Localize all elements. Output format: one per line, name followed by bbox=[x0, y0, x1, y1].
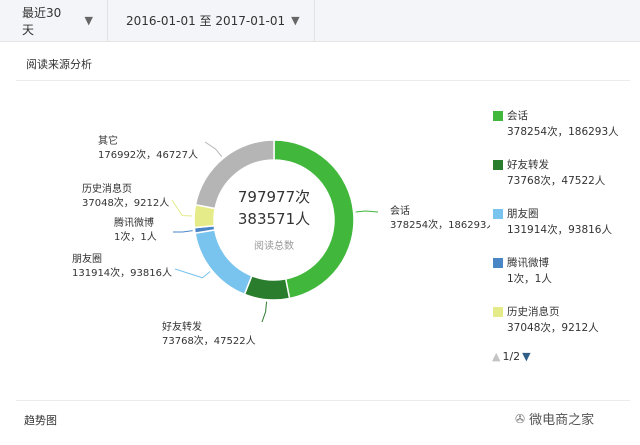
slice-1[interactable] bbox=[243, 274, 291, 301]
slice-label-name-3: 腾讯微博 bbox=[114, 216, 154, 229]
watermark-text: 微电商之家 bbox=[529, 413, 595, 428]
slice-label-value-4: 37048次，9212人 bbox=[82, 196, 169, 209]
slice-label-name-5: 其它 bbox=[98, 134, 118, 147]
leader-line-0 bbox=[355, 210, 379, 213]
legend-name: 朋友圈 bbox=[507, 208, 539, 220]
slice-label-value-5: 176992次，46727人 bbox=[98, 148, 198, 161]
watermark: ✇ 微电商之家 bbox=[515, 409, 595, 429]
donut-chart: 会话378254次，186293人好友转发73768次，47522人 朋友圈131… bbox=[72, 134, 490, 347]
center-total-users: 383571人 bbox=[238, 210, 310, 228]
legend-swatch bbox=[493, 111, 503, 121]
wechat-icon: ✇ bbox=[515, 411, 526, 426]
slice-label-name-4: 历史消息页 bbox=[82, 182, 132, 195]
slice-label-name-0: 会话 bbox=[390, 204, 410, 217]
trend-section-title: 趋势图 bbox=[24, 414, 57, 427]
legend-swatch bbox=[493, 258, 503, 268]
leader-line-4 bbox=[171, 199, 193, 217]
slice-label-value-1: 73768次，47522人 bbox=[162, 334, 256, 347]
legend-value: 1次，1人 bbox=[507, 273, 552, 285]
slice-label-value-2: 131914次，93816人 bbox=[72, 266, 172, 279]
leader-line-3 bbox=[172, 230, 193, 233]
legend-name: 腾讯微博 bbox=[507, 257, 549, 269]
page-down-icon[interactable]: ▼ bbox=[522, 350, 530, 363]
section-title: 阅读来源分析 bbox=[26, 58, 92, 71]
legend-value: 37048次，9212人 bbox=[507, 322, 599, 334]
center-caption: 阅读总数 bbox=[254, 239, 294, 252]
legend-name: 会话 bbox=[507, 110, 528, 122]
leader-line-5 bbox=[204, 141, 223, 158]
legend-swatch bbox=[493, 160, 503, 170]
legend-item-0[interactable]: 会话 378254次，186293人 bbox=[493, 108, 633, 157]
period-dropdown[interactable]: 最近30天 ▼ bbox=[0, 0, 108, 41]
center-summary: 797977次 383571人 阅读总数 bbox=[238, 188, 310, 252]
page-indicator: 1/2 bbox=[502, 350, 521, 363]
slice-label-value-0: 378254次，186293人 bbox=[390, 218, 490, 231]
legend-value: 378254次，186293人 bbox=[507, 126, 619, 138]
chevron-down-icon: ▼ bbox=[291, 14, 300, 27]
slice-label-value-3: 1次，1人 bbox=[114, 230, 157, 243]
legend-item-4[interactable]: 历史消息页 37048次，9212人 bbox=[493, 304, 633, 353]
legend-value: 131914次，93816人 bbox=[507, 224, 612, 236]
leader-line-1 bbox=[261, 301, 268, 323]
legend-name: 历史消息页 bbox=[507, 306, 560, 318]
slice-label-name-1: 好友转发 bbox=[162, 320, 202, 333]
date-range-label: 2016-01-01 至 2017-01-01 bbox=[126, 14, 286, 28]
legend-swatch bbox=[493, 209, 503, 219]
filter-bar: 最近30天 ▼ 2016-01-01 至 2017-01-01 ▼ bbox=[0, 0, 640, 42]
legend: 会话 378254次，186293人 好友转发 73768次，47522人 朋友圈 131… bbox=[493, 108, 633, 353]
legend-swatch bbox=[493, 307, 503, 317]
legend-value: 73768次，47522人 bbox=[507, 175, 606, 187]
center-total-reads: 797977次 bbox=[238, 188, 310, 206]
slice-label-name-2: 朋友圈 bbox=[72, 252, 102, 265]
legend-name: 好友转发 bbox=[507, 159, 549, 171]
period-label: 最近30天 bbox=[22, 5, 62, 37]
legend-item-3[interactable]: 腾讯微博 1次，1人 bbox=[493, 255, 633, 304]
leader-line-2 bbox=[174, 268, 211, 279]
slice-2[interactable] bbox=[194, 229, 253, 296]
divider bbox=[16, 400, 630, 401]
legend-item-1[interactable]: 好友转发 73768次，47522人 bbox=[493, 157, 633, 206]
chevron-down-icon: ▼ bbox=[84, 14, 93, 27]
filter-bar-spacer bbox=[315, 0, 640, 41]
divider bbox=[16, 80, 630, 81]
legend-pager: ▲ 1/2 ▼ bbox=[492, 350, 531, 363]
page-up-icon[interactable]: ▲ bbox=[492, 350, 500, 363]
date-range-dropdown[interactable]: 2016-01-01 至 2017-01-01 ▼ bbox=[108, 0, 315, 41]
legend-item-2[interactable]: 朋友圈 131914次，93816人 bbox=[493, 206, 633, 255]
